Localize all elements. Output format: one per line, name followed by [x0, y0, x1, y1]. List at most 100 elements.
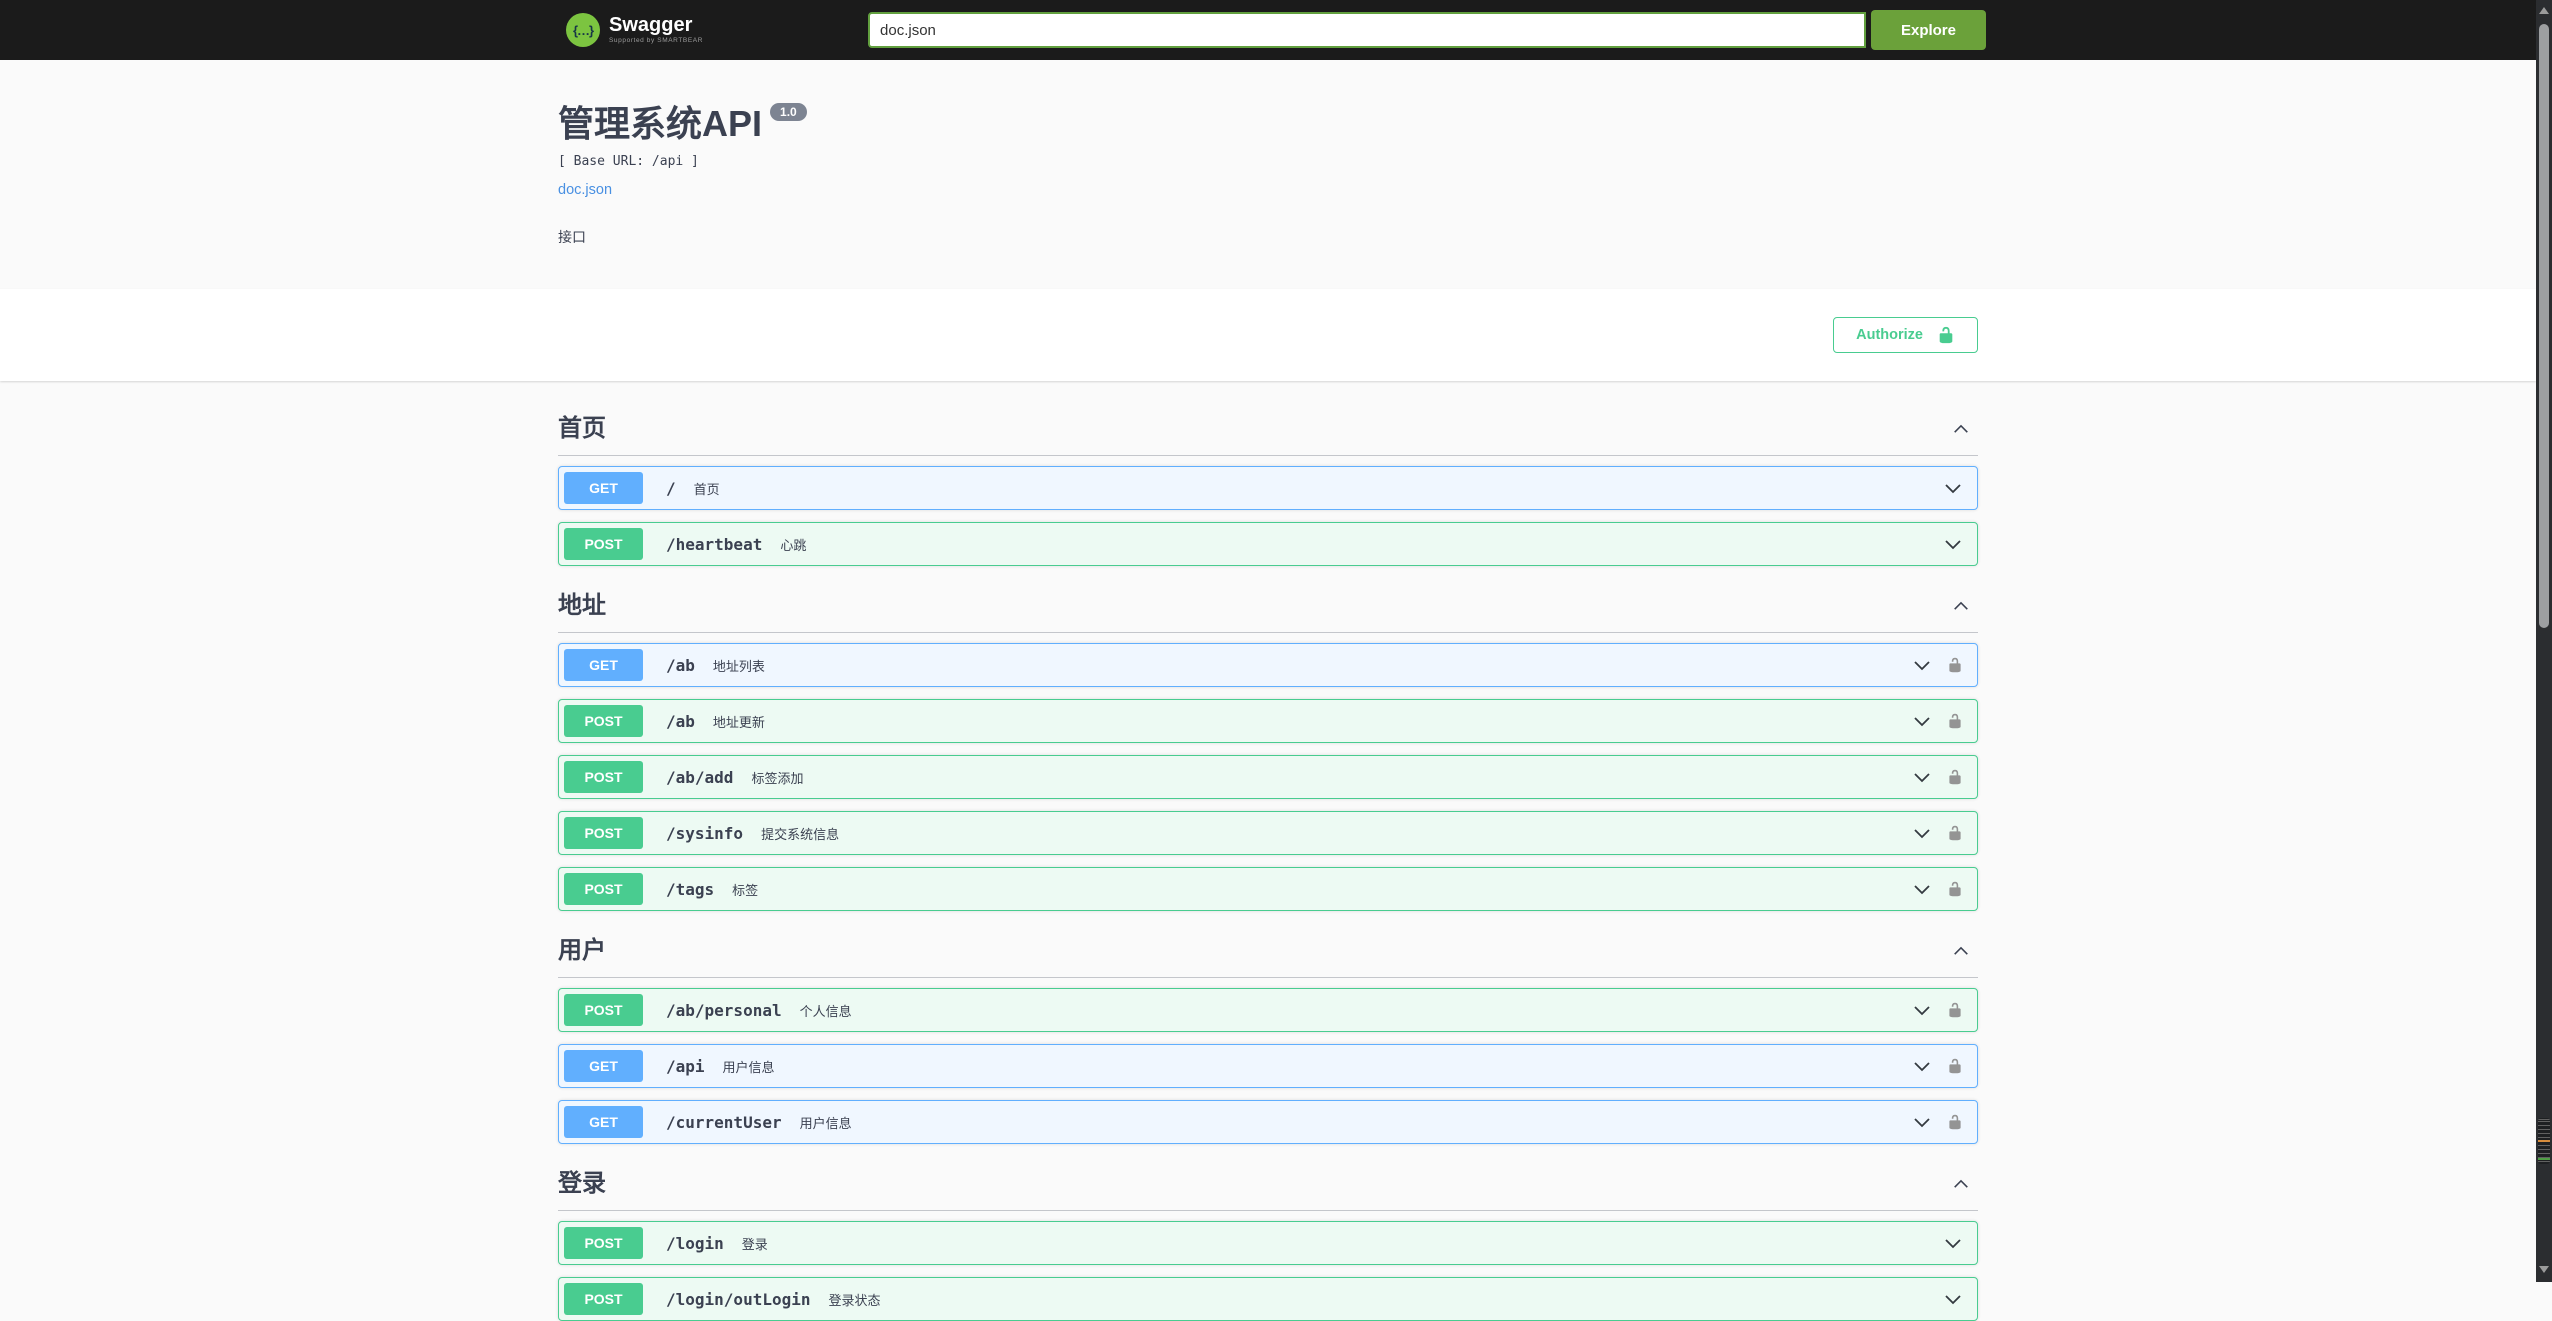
minimap-warning-mark	[2538, 1140, 2550, 1142]
authorize-label: Authorize	[1856, 327, 1923, 343]
operation-row[interactable]: POST/tags 标签	[558, 867, 1978, 911]
operation-path: /ab/personal	[666, 1000, 782, 1020]
tag-header[interactable]: 登录	[558, 1170, 1978, 1211]
operation-row[interactable]: GET / 首页	[558, 466, 1978, 510]
tag-section: 地址 GET/ab 地址列表 POST/ab 地址更新 POST/ab/add 标签添加 PO…	[558, 592, 1978, 911]
operation-summary: 登录状态	[828, 1292, 881, 1308]
method-badge: POST	[564, 705, 643, 737]
operation-path: /currentUser	[666, 1112, 782, 1132]
tag-section: 登录 POST/login 登录 POST/login/outLogin 登录状态	[558, 1170, 1978, 1321]
operation-summary: 首页	[693, 481, 720, 497]
operations-area: 首页 GET / 首页 POST/heartbeat 心跳地址 GET/ab 地址列表 POST…	[0, 381, 2536, 1321]
scroll-up-icon[interactable]	[2539, 7, 2549, 14]
chevron-down-icon	[1943, 478, 1963, 498]
operation-row[interactable]: POST/sysinfo 提交系统信息	[558, 811, 1978, 855]
scrollbar[interactable]	[2536, 0, 2552, 1282]
operation-path: /heartbeat	[666, 534, 763, 554]
operation-row[interactable]: POST/ab/personal 个人信息	[558, 988, 1978, 1032]
tag-section: 用户 POST/ab/personal 个人信息 GET/api 用户信息 GET/cur…	[558, 937, 1978, 1144]
tag-title: 用户	[558, 937, 606, 964]
scroll-down-icon[interactable]	[2539, 1266, 2549, 1273]
authorize-button[interactable]: Authorize	[1833, 317, 1978, 353]
tag-header[interactable]: 用户	[558, 937, 1978, 978]
chevron-down-icon	[1943, 534, 1963, 554]
topbar: {…} Swagger Supported by SMARTBEAR Explo…	[0, 0, 2552, 60]
operation-summary: 标签添加	[751, 770, 804, 786]
lock-icon[interactable]	[1947, 768, 1963, 786]
chevron-down-icon	[1912, 711, 1932, 731]
chevron-down-icon	[1912, 1000, 1932, 1020]
method-badge: GET	[564, 472, 643, 504]
tag-title: 登录	[558, 1170, 606, 1197]
logo-title: Swagger	[609, 14, 693, 37]
method-badge: POST	[564, 994, 643, 1026]
lock-icon[interactable]	[1947, 712, 1963, 730]
operation-summary: 登录	[741, 1236, 768, 1252]
page-title: 管理系统API 1.0	[558, 103, 1978, 144]
operation-path: /ab	[666, 655, 695, 675]
method-badge: POST	[564, 817, 643, 849]
operation-path: /	[666, 478, 676, 498]
operation-row[interactable]: POST/heartbeat 心跳	[558, 522, 1978, 566]
tag-section: 首页 GET / 首页 POST/heartbeat 心跳	[558, 415, 1978, 566]
operation-row[interactable]: GET/api 用户信息	[558, 1044, 1978, 1088]
chevron-up-icon	[1952, 597, 1970, 615]
tag-title: 地址	[558, 592, 606, 619]
spec-json-link[interactable]: doc.json	[558, 182, 612, 198]
lock-icon[interactable]	[1947, 880, 1963, 898]
method-badge: POST	[564, 1283, 643, 1315]
method-badge: GET	[564, 1050, 643, 1082]
chevron-up-icon	[1952, 420, 1970, 438]
base-url: [ Base URL: /api ]	[558, 154, 699, 169]
operation-summary: 用户信息	[722, 1059, 775, 1075]
chevron-up-icon	[1952, 942, 1970, 960]
operation-path: /login/outLogin	[666, 1289, 811, 1309]
method-badge: GET	[564, 649, 643, 681]
operation-path: /ab/add	[666, 767, 734, 787]
operation-path: /login	[666, 1233, 724, 1253]
operation-summary: 用户信息	[799, 1115, 852, 1131]
lock-icon[interactable]	[1947, 1001, 1963, 1019]
tag-header[interactable]: 首页	[558, 415, 1978, 456]
operation-row[interactable]: POST/ab/add 标签添加	[558, 755, 1978, 799]
method-badge: POST	[564, 528, 643, 560]
scrollbar-thumb[interactable]	[2539, 24, 2549, 628]
scrollbar-minimap	[2538, 1118, 2550, 1164]
lock-icon[interactable]	[1947, 824, 1963, 842]
method-badge: GET	[564, 1106, 643, 1138]
spec-url-input[interactable]	[868, 12, 1866, 48]
unlock-icon	[1937, 326, 1955, 344]
chevron-down-icon	[1912, 879, 1932, 899]
operation-row[interactable]: GET/currentUser 用户信息	[558, 1100, 1978, 1144]
chevron-down-icon	[1912, 1056, 1932, 1076]
operation-row[interactable]: POST/login/outLogin 登录状态	[558, 1277, 1978, 1321]
explore-button[interactable]: Explore	[1870, 10, 1986, 50]
chevron-down-icon	[1912, 1112, 1932, 1132]
minimap-ok-mark	[2538, 1158, 2550, 1160]
operation-path: /ab	[666, 711, 695, 731]
operation-row[interactable]: GET/ab 地址列表	[558, 643, 1978, 687]
operation-path: /sysinfo	[666, 823, 744, 843]
version-badge: 1.0	[770, 103, 807, 122]
operation-summary: 提交系统信息	[761, 826, 840, 842]
method-badge: POST	[564, 761, 643, 793]
swagger-logo[interactable]: {…} Swagger Supported by SMARTBEAR	[566, 13, 703, 47]
swagger-logo-icon: {…}	[566, 13, 600, 47]
operation-summary: 标签	[732, 882, 759, 898]
api-title-text: 管理系统API	[558, 103, 763, 144]
tag-header[interactable]: 地址	[558, 592, 1978, 633]
tag-title: 首页	[558, 415, 606, 442]
chevron-down-icon	[1912, 823, 1932, 843]
operation-row[interactable]: POST/ab 地址更新	[558, 699, 1978, 743]
lock-icon[interactable]	[1947, 656, 1963, 674]
lock-icon[interactable]	[1947, 1057, 1963, 1075]
chevron-down-icon	[1943, 1233, 1963, 1253]
operation-row[interactable]: POST/login 登录	[558, 1221, 1978, 1265]
operation-summary: 地址列表	[712, 658, 765, 674]
chevron-down-icon	[1912, 767, 1932, 787]
logo-tagline: Supported by SMARTBEAR	[609, 37, 704, 45]
chevron-up-icon	[1952, 1175, 1970, 1193]
lock-icon[interactable]	[1947, 1113, 1963, 1131]
chevron-down-icon	[1912, 655, 1932, 675]
operation-path: /api	[666, 1056, 705, 1076]
